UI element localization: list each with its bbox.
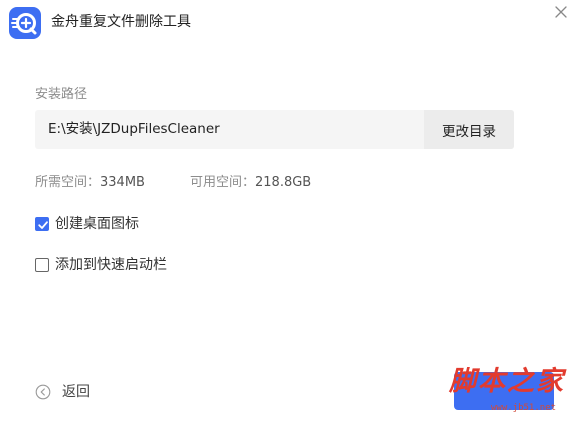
- back-label: 返回: [62, 384, 90, 400]
- available-space-label: 可用空间：: [190, 175, 256, 190]
- add-quick-launch-label: 添加到快速启动栏: [55, 257, 167, 273]
- install-path-label: 安装路径: [35, 87, 88, 102]
- change-directory-button[interactable]: 更改目录: [424, 110, 514, 149]
- required-space: 所需空间：334MB: [35, 174, 145, 192]
- close-button[interactable]: [551, 2, 571, 22]
- watermark-main-text: 脚本之家: [449, 366, 565, 397]
- close-icon: [555, 6, 567, 18]
- add-quick-launch-option[interactable]: 添加到快速启动栏: [35, 256, 167, 274]
- app-logo-icon: [9, 7, 41, 39]
- required-space-label: 所需空间：: [35, 175, 101, 190]
- add-quick-launch-checkbox[interactable]: [35, 258, 49, 272]
- create-desktop-icon-option[interactable]: 创建桌面图标: [35, 215, 139, 233]
- install-path-input[interactable]: [48, 110, 418, 149]
- watermark: 脚本之家 www.jb51.net: [445, 364, 570, 420]
- window-title: 金舟重复文件删除工具: [51, 14, 191, 30]
- watermark-url: www.jb51.net: [491, 403, 557, 413]
- arrow-left-circle-icon: [35, 384, 51, 400]
- checkmark-icon: [38, 221, 48, 229]
- available-space: 可用空间：218.8GB: [190, 174, 311, 192]
- required-space-value: 334MB: [100, 175, 145, 190]
- install-path-field: 更改目录: [35, 110, 514, 149]
- create-desktop-icon-checkbox[interactable]: [35, 217, 49, 231]
- available-space-value: 218.8GB: [255, 175, 312, 190]
- back-button[interactable]: 返回: [35, 383, 90, 401]
- create-desktop-icon-label: 创建桌面图标: [55, 216, 139, 232]
- title-bar: 金舟重复文件删除工具: [0, 0, 573, 44]
